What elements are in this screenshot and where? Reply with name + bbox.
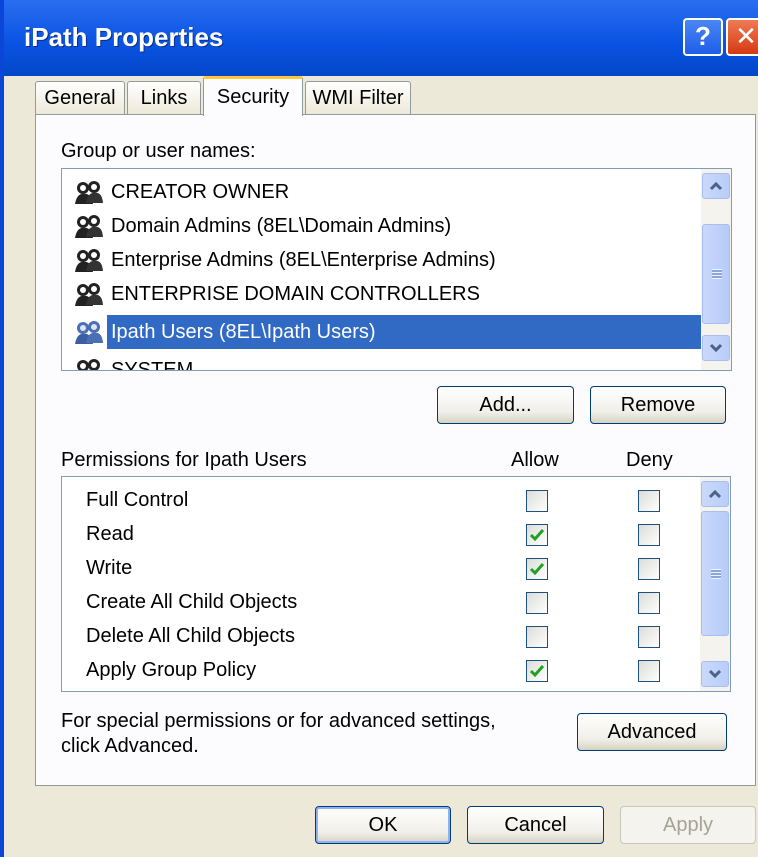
advanced-note-line2: click Advanced.: [61, 735, 199, 757]
scroll-thumb[interactable]: [701, 511, 729, 636]
title-bar[interactable]: iPath Properties ? ✕: [4, 0, 758, 76]
permission-row: Write: [62, 553, 692, 587]
checkmark-icon: [529, 563, 545, 576]
permission-name: Full Control: [86, 489, 189, 511]
scroll-up-button[interactable]: [701, 481, 729, 507]
chevron-down-icon: [708, 669, 722, 679]
tab-wmi-filter[interactable]: WMI Filter: [305, 81, 411, 115]
list-item[interactable]: Domain Admins (8EL\Domain Admins): [72, 209, 702, 243]
deny-checkbox[interactable]: [638, 558, 660, 580]
list-item[interactable]: CREATOR OWNER: [72, 175, 702, 209]
tab-links[interactable]: Links: [127, 81, 201, 115]
remove-button[interactable]: Remove: [590, 386, 726, 424]
permission-row: Apply Group Policy: [62, 655, 692, 689]
group-label: Group or user names:: [61, 140, 256, 162]
scroll-grip: [712, 269, 722, 279]
deny-checkbox[interactable]: [638, 524, 660, 546]
group-list-scrollbar[interactable]: [701, 169, 731, 370]
user-group-icon: [75, 321, 103, 344]
group-name: Ipath Users (8EL\Ipath Users): [107, 315, 380, 349]
user-group-icon: [75, 181, 103, 204]
allow-checkbox[interactable]: [526, 524, 548, 546]
allow-checkbox[interactable]: [526, 490, 548, 512]
group-name: CREATOR OWNER: [111, 181, 290, 203]
chevron-up-icon: [709, 181, 723, 191]
deny-checkbox[interactable]: [638, 592, 660, 614]
close-icon: ✕: [735, 21, 757, 51]
window-title: iPath Properties: [24, 22, 224, 52]
scroll-down-button[interactable]: [702, 335, 730, 361]
permission-name: Create All Child Objects: [86, 591, 298, 613]
advanced-button[interactable]: Advanced: [577, 713, 727, 751]
permission-name: Apply Group Policy: [86, 659, 257, 681]
deny-checkbox[interactable]: [638, 660, 660, 682]
list-item[interactable]: Enterprise Admins (8EL\Enterprise Admins…: [72, 243, 702, 277]
deny-header: Deny: [626, 449, 673, 471]
permission-row: Delete All Child Objects: [62, 621, 692, 655]
chevron-down-icon: [709, 343, 723, 353]
group-name: Enterprise Admins (8EL\Enterprise Admins…: [111, 249, 496, 271]
chevron-up-icon: [708, 489, 722, 499]
permissions-list: Full Control Read Write Create All Child…: [61, 476, 731, 692]
permission-row: Create All Child Objects: [62, 587, 692, 621]
permission-name: Read: [86, 523, 134, 545]
permission-row: Full Control: [62, 485, 692, 519]
scroll-up-button[interactable]: [702, 173, 730, 199]
apply-button[interactable]: Apply: [620, 806, 756, 844]
permissions-label: Permissions for Ipath Users: [61, 449, 307, 471]
help-button[interactable]: ?: [683, 18, 723, 56]
user-group-icon: [77, 359, 100, 370]
allow-checkbox[interactable]: [526, 660, 548, 682]
properties-window: iPath Properties ? ✕ General Links Secur…: [0, 0, 758, 857]
list-item-selected[interactable]: Ipath Users (8EL\Ipath Users): [72, 315, 702, 349]
permission-row: Read: [62, 519, 692, 553]
deny-checkbox[interactable]: [638, 490, 660, 512]
user-group-icon: [75, 283, 103, 306]
permissions-scrollbar[interactable]: [700, 477, 730, 691]
list-item[interactable]: ENTERPRISE DOMAIN CONTROLLERS: [72, 277, 702, 311]
cancel-button[interactable]: Cancel: [467, 806, 604, 844]
user-group-icon: [75, 215, 103, 238]
checkmark-icon: [529, 665, 545, 678]
close-button[interactable]: ✕: [726, 18, 758, 56]
add-button[interactable]: Add...: [437, 386, 574, 424]
ok-button[interactable]: OK: [315, 806, 451, 844]
tab-general[interactable]: General: [35, 81, 125, 115]
scroll-grip: [711, 568, 721, 579]
list-item[interactable]: SYSTEM: [72, 353, 702, 371]
permission-name: Write: [86, 557, 133, 579]
group-name: ENTERPRISE DOMAIN CONTROLLERS: [111, 283, 480, 305]
allow-checkbox[interactable]: [526, 626, 548, 648]
advanced-note-line1: For special permissions or for advanced …: [61, 710, 496, 732]
deny-checkbox[interactable]: [638, 626, 660, 648]
group-list[interactable]: CREATOR OWNER Domain Admins (8EL\Domain …: [61, 168, 732, 371]
user-group-icon: [75, 249, 103, 272]
group-name: Domain Admins (8EL\Domain Admins): [111, 215, 452, 237]
permission-name: Delete All Child Objects: [86, 625, 295, 647]
group-name: SYSTEM: [111, 359, 194, 371]
allow-header: Allow: [511, 449, 559, 471]
scroll-thumb[interactable]: [702, 224, 730, 324]
allow-checkbox[interactable]: [526, 558, 548, 580]
allow-checkbox[interactable]: [526, 592, 548, 614]
tab-security[interactable]: Security: [203, 76, 303, 116]
scroll-down-button[interactable]: [701, 661, 729, 687]
checkmark-icon: [529, 529, 545, 542]
